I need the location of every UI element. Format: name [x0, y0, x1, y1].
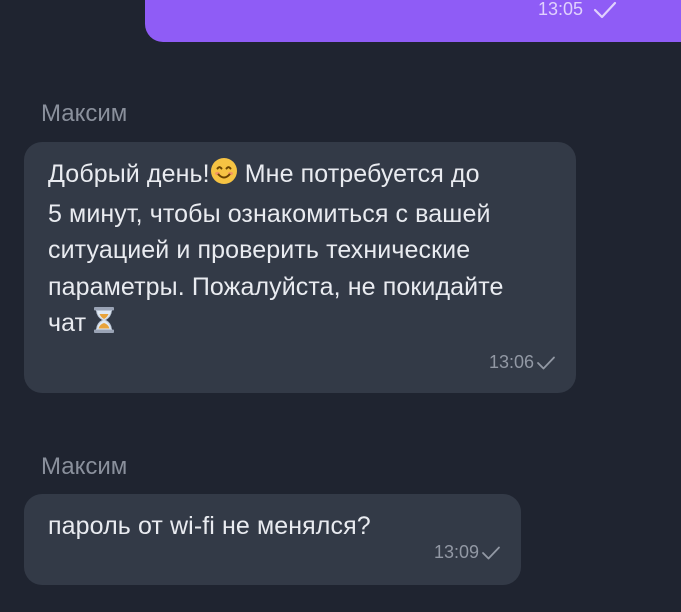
chat-view: 13:05 Максим Добрый день! Мне потребуетс…: [0, 0, 681, 612]
message-time: 13:09: [433, 542, 479, 562]
message-meta: 13:09: [434, 542, 501, 563]
outgoing-message-meta: 13:05: [538, 0, 617, 20]
smiling-face-emoji-icon: [210, 157, 238, 196]
sender-name: Максим: [41, 100, 128, 127]
message-text-line: параметры. Пожалуйста, не покидайте: [48, 272, 504, 301]
incoming-message-bubble[interactable]: Добрый день! Мне потребуется до 5 минут,…: [24, 142, 576, 393]
message-meta: 13:06: [489, 352, 556, 373]
incoming-message-bubble[interactable]: пароль от wi-fi не менялся? 13:09: [24, 494, 521, 585]
check-icon: [481, 545, 501, 561]
message-text: Добрый день! Мне потребуется до 5 минут,…: [48, 156, 556, 345]
message-text-line: 5 минут, чтобы ознакомиться с вашей: [48, 199, 491, 228]
message-text: пароль от wi-fi не менялся?: [48, 512, 371, 540]
outgoing-message-bubble[interactable]: 13:05: [145, 0, 681, 42]
sender-name: Максим: [41, 453, 128, 480]
message-text-line: Добрый день!: [48, 160, 210, 188]
message-text-line: Мне потребуется до: [244, 160, 480, 188]
message-text-line: чат: [48, 309, 87, 337]
check-icon: [593, 1, 617, 19]
message-text-line: ситуацией и проверить технические: [48, 236, 471, 264]
message-time: 13:05: [537, 0, 583, 19]
message-time: 13:06: [488, 352, 534, 372]
check-icon: [536, 355, 556, 371]
hourglass-emoji-icon: [93, 306, 115, 345]
